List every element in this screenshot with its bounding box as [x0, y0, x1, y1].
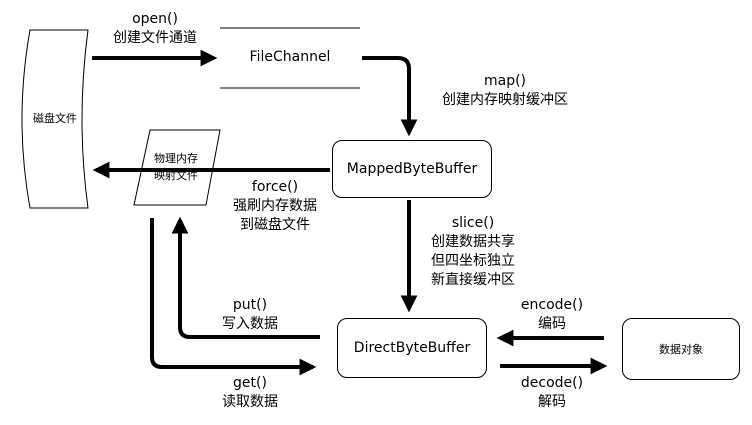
- file-channel-label: FileChannel: [249, 49, 331, 65]
- map-label: map() 创建内存映射缓冲区: [430, 72, 580, 110]
- data-object-node: 数据对象: [622, 318, 740, 380]
- get-method: get(): [233, 375, 267, 391]
- force-label: force() 强刷内存数据 到磁盘文件: [215, 178, 335, 235]
- encode-desc: 编码: [538, 316, 566, 332]
- decode-method: decode(): [520, 375, 584, 391]
- slice-desc-3: 新直接缓冲区: [431, 272, 515, 288]
- slice-label: slice() 创建数据共享 但四坐标独立 新直接缓冲区: [414, 214, 532, 290]
- encode-label: encode() 编码: [510, 296, 594, 334]
- force-method: force(): [251, 179, 299, 195]
- get-desc: 读取数据: [222, 394, 278, 410]
- force-desc-2: 到磁盘文件: [240, 217, 310, 233]
- encode-method: encode(): [520, 297, 584, 313]
- mapped-byte-buffer-label: MappedByteBuffer: [346, 161, 478, 177]
- decode-label: decode() 解码: [510, 374, 594, 412]
- open-method: open(): [132, 11, 178, 27]
- physical-memory-line-2: 映射文件: [154, 169, 198, 182]
- put-desc: 写入数据: [222, 316, 278, 332]
- physical-memory-label: 物理内存 映射文件: [140, 150, 212, 184]
- data-object-label: 数据对象: [659, 342, 703, 356]
- open-desc: 创建文件通道: [113, 30, 197, 46]
- slice-desc-1: 创建数据共享: [431, 234, 515, 250]
- map-desc: 创建内存映射缓冲区: [442, 92, 568, 108]
- mapped-byte-buffer-node: MappedByteBuffer: [332, 140, 492, 198]
- slice-method: slice(): [451, 215, 495, 231]
- direct-byte-buffer-label: DirectByteBuffer: [353, 340, 471, 356]
- get-arrow: [150, 218, 317, 376]
- map-arrow: [362, 56, 418, 137]
- get-label: get() 读取数据: [210, 374, 290, 412]
- put-method: put(): [232, 297, 268, 313]
- open-label: open() 创建文件通道: [100, 10, 210, 48]
- map-method: map(): [483, 73, 527, 89]
- decode-desc: 解码: [538, 394, 566, 410]
- put-label: put() 写入数据: [210, 296, 290, 334]
- disk-file-label: 磁盘文件: [33, 112, 77, 125]
- direct-byte-buffer-node: DirectByteBuffer: [337, 318, 487, 378]
- physical-memory-line-1: 物理内存: [154, 152, 198, 165]
- slice-desc-2: 但四坐标独立: [431, 253, 515, 269]
- force-desc-1: 强刷内存数据: [233, 198, 317, 214]
